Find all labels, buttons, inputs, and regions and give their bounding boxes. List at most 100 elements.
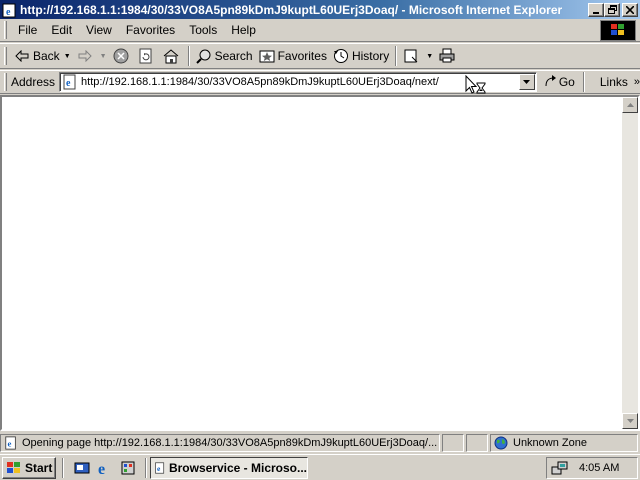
menu-edit[interactable]: Edit [44,23,79,37]
stop-icon [113,48,129,64]
busy-cursor-icon [465,75,486,94]
toolbar-grip[interactable] [4,47,7,65]
globe-icon [494,436,508,450]
mail-icon [403,48,419,64]
search-icon [195,48,212,64]
channels-icon [121,461,135,474]
vertical-scrollbar[interactable] [622,97,638,429]
go-label: Go [558,75,575,89]
svg-text:e: e [98,461,105,476]
forward-button[interactable]: ▼ [74,45,110,67]
window-title: http://192.168.1.1:1984/30/33VO8A5pn89kD… [20,2,563,17]
ie-icon: e [98,461,105,476]
menu-file[interactable]: File [11,23,44,37]
go-button[interactable]: Go [543,75,575,89]
taskbar: Start e e Browservice - Microso... 4:05 … [0,454,640,480]
mail-button[interactable]: ▼ [400,45,436,67]
taskbar-separator [62,457,64,478]
refresh-button[interactable] [135,45,160,67]
windows-logo [600,19,636,41]
links-chevron-icon: » [633,76,640,88]
favorites-label: Favorites [277,49,327,63]
start-button[interactable]: Start [2,456,56,479]
address-dropdown-button[interactable] [518,74,535,90]
home-button[interactable] [160,45,185,67]
quick-launch-ie[interactable]: e [96,459,114,477]
back-label: Back [33,49,60,63]
forward-dropdown-icon[interactable]: ▼ [100,53,107,60]
back-arrow-icon [14,48,30,64]
svg-text:e: e [6,7,11,18]
quick-launch-desktop[interactable] [73,459,91,477]
toolbar-grip[interactable] [4,21,7,39]
minimize-button[interactable] [588,2,604,17]
mail-dropdown-icon[interactable]: ▼ [426,53,433,60]
go-arrow-icon [545,75,556,87]
toolbar-grip[interactable] [4,73,7,91]
restore-button[interactable] [604,2,620,17]
scroll-up-button[interactable] [622,97,638,113]
menu-view[interactable]: View [79,23,119,37]
windows-flag-icon [7,461,20,473]
svg-text:e: e [66,78,71,89]
toolbar-separator [582,72,585,92]
ie-page-icon: e [155,461,165,474]
back-dropdown-icon[interactable]: ▼ [64,53,71,60]
menu-favorites[interactable]: Favorites [119,23,182,37]
close-button[interactable] [622,2,638,17]
scroll-down-icon [626,419,634,423]
system-tray: 4:05 AM [546,456,638,479]
page-content[interactable] [0,95,640,431]
minimize-icon [593,11,599,14]
restore-icon [607,5,617,14]
print-icon [439,48,455,64]
menu-help[interactable]: Help [224,23,263,37]
menu-tools[interactable]: Tools [182,23,224,37]
menu-bar: File Edit View Favorites Tools Help [0,19,640,42]
toolbar-separator [187,46,190,66]
status-message-panel: e Opening page http://192.168.1.1:1984/3… [0,434,440,452]
ie-page-icon: e [63,74,76,90]
quick-launch-channels[interactable] [119,459,137,477]
favorites-icon [259,48,275,64]
network-icon[interactable] [551,460,569,476]
scroll-down-button[interactable] [622,413,638,429]
standard-toolbar: Back ▼ ▼ Search Favorites History ▼ [0,43,640,69]
stop-button[interactable] [110,45,135,67]
history-icon [333,48,349,64]
address-bar: Address e Go Links » [0,70,640,94]
address-input[interactable] [81,74,519,90]
loading-page-icon: e [5,436,16,450]
search-label: Search [214,49,253,63]
favorites-button[interactable]: Favorites [256,45,330,67]
history-label: History [351,49,390,63]
search-button[interactable]: Search [193,45,256,67]
svg-text:e: e [8,439,12,449]
task-label: Browservice - Microso... [168,460,307,475]
status-bar: e Opening page http://192.168.1.1:1984/3… [0,433,640,453]
quick-launch: e [73,459,142,477]
start-label: Start [25,460,53,475]
windows-flag-icon [611,24,624,35]
address-label: Address [10,75,56,89]
home-icon [163,48,179,64]
links-label: Links [599,75,628,89]
print-button[interactable] [436,45,461,67]
back-button[interactable]: Back ▼ [11,45,74,67]
status-panel-empty [442,434,464,452]
zone-label: Unknown Zone [513,437,587,449]
status-message: Opening page http://192.168.1.1:1984/30/… [22,437,438,449]
taskbar-separator [145,457,147,478]
taskbar-task-browser[interactable]: e Browservice - Microso... [150,456,308,479]
chevron-down-icon [523,80,531,84]
refresh-icon [138,48,154,64]
ie-page-icon: e [2,3,16,18]
status-panel-empty [466,434,488,452]
title-bar[interactable]: e http://192.168.1.1:1984/30/33VO8A5pn89… [0,0,640,19]
links-button[interactable]: Links » [600,75,640,89]
clock: 4:05 AM [579,461,620,474]
history-button[interactable]: History [330,45,392,67]
security-zone-panel: Unknown Zone [490,434,638,452]
forward-arrow-icon [77,48,93,64]
show-desktop-icon [74,462,90,473]
